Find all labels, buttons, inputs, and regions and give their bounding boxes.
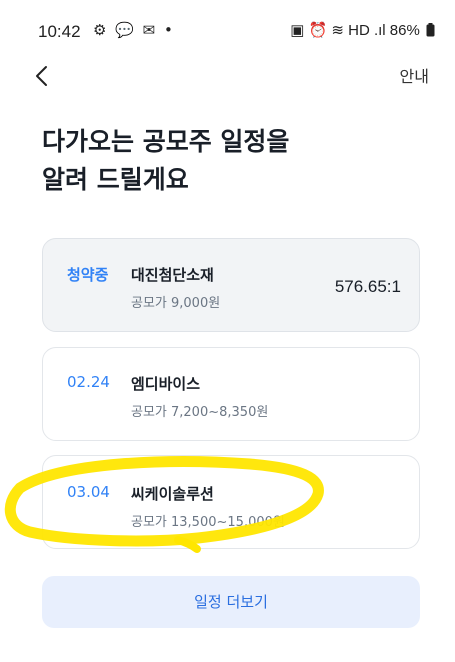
ipo-company-name: 대진첨단소재 [131, 266, 214, 284]
ipo-offer-price: 공모가 13,500~15,000원 [131, 515, 285, 530]
system-status-icons: ▣ ⏰ ≋ HD .ıl 86% [290, 21, 435, 39]
battery-icon [426, 23, 435, 37]
back-button[interactable] [30, 60, 58, 92]
ipo-date-tag: 02.24 [67, 373, 110, 391]
ipo-company-name: 씨케이솔루션 [131, 485, 214, 503]
guide-button[interactable]: 안내 [400, 63, 429, 87]
ipo-card-upcoming[interactable]: 03.04 씨케이솔루션 공모가 13,500~15,000원 [42, 455, 420, 549]
more-schedule-button[interactable]: 일정 더보기 [42, 576, 420, 628]
ipo-competition-rate: 576.65:1 [334, 277, 401, 296]
nav-bar: 안내 [0, 56, 455, 96]
title-line-2: 알려 드릴게요 [42, 165, 189, 194]
notification-icons: ⚙ 💬 ✉ • [93, 21, 175, 39]
ipo-date-tag: 03.04 [67, 483, 110, 501]
ipo-company-name: 엠디바이스 [131, 375, 201, 393]
status-bar: 10:42 ⚙ 💬 ✉ • ▣ ⏰ ≋ HD .ıl 86% [0, 0, 455, 56]
ipo-card-upcoming[interactable]: 02.24 엠디바이스 공모가 7,200~8,350원 [42, 347, 420, 441]
ipo-card-subscribing[interactable]: 청약중 대진첨단소재 공모가 9,000원 576.65:1 [42, 238, 420, 332]
ipo-status-tag: 청약중 [67, 266, 109, 284]
chevron-left-icon [36, 66, 47, 86]
ipo-offer-price: 공모가 7,200~8,350원 [131, 405, 269, 420]
page-title: 다가오는 공모주 일정을 알려 드릴게요 [42, 123, 289, 199]
status-time: 10:42 [38, 22, 81, 41]
title-line-1: 다가오는 공모주 일정을 [42, 127, 290, 156]
ipo-offer-price: 공모가 9,000원 [131, 296, 221, 311]
